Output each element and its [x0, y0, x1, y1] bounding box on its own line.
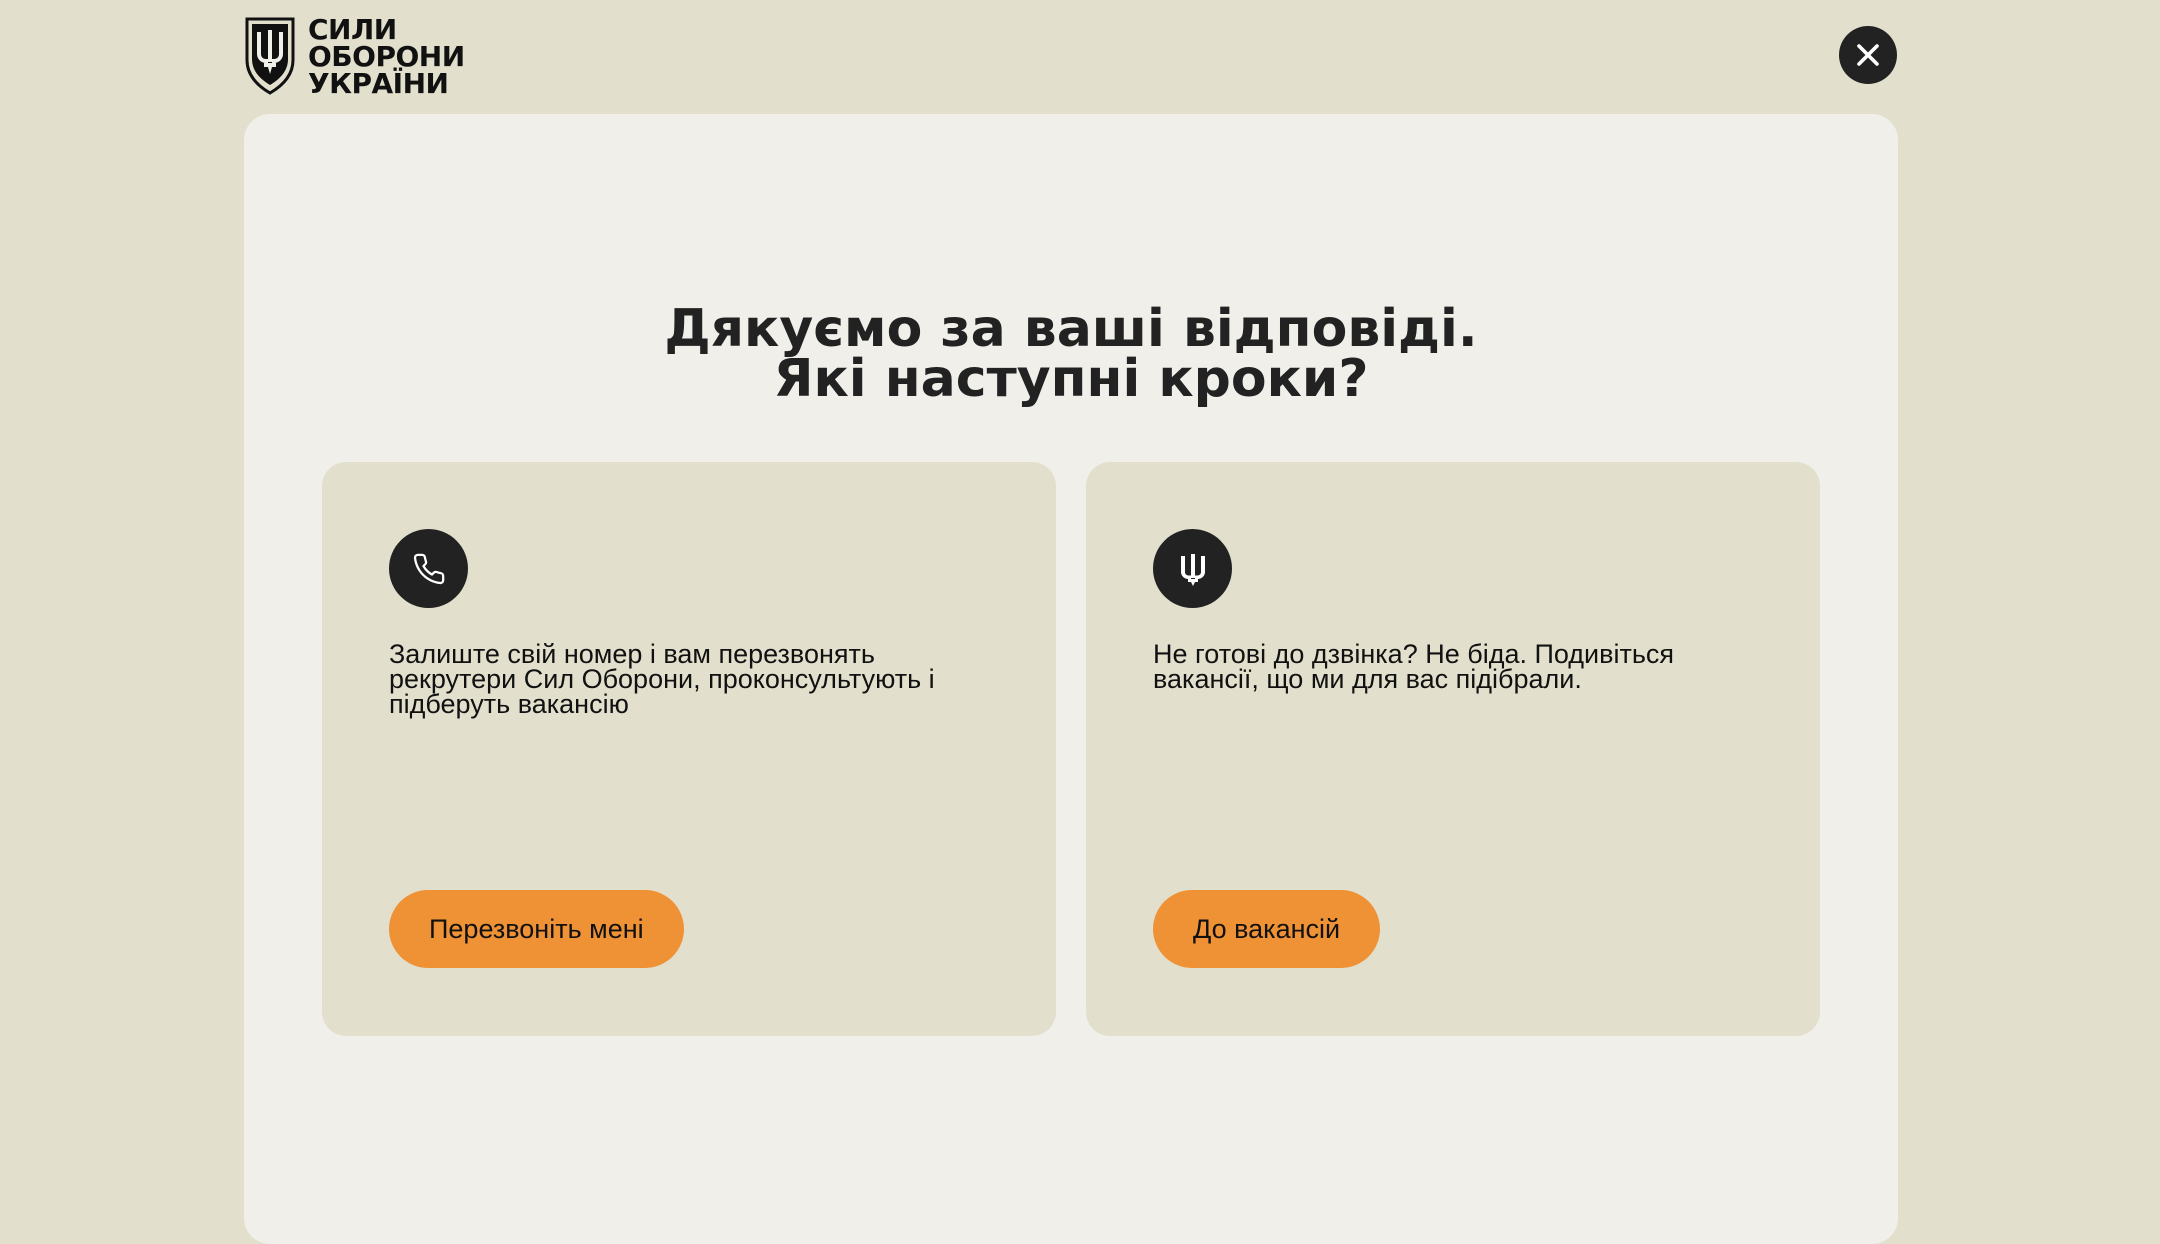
callback-description: Залиште свій номер і вам перезвонять рек… — [389, 639, 935, 719]
close-icon — [1855, 42, 1881, 68]
vacancies-description: Не готові до дзвінка? Не біда. Подивітьс… — [1153, 639, 1675, 694]
trident-shield-icon — [244, 16, 296, 96]
logo-line: СИЛИ — [308, 12, 397, 46]
logo-line: ОБОРОНИ — [308, 39, 465, 73]
phone-icon — [389, 529, 468, 608]
logo[interactable]: СИЛИ ОБОРОНИ УКРАЇНИ — [244, 12, 465, 100]
call-me-button[interactable]: Перезвоніть мені — [389, 890, 684, 968]
vacancies-button[interactable]: До вакансій — [1153, 890, 1381, 968]
trident-icon — [1153, 529, 1232, 608]
logo-text: СИЛИ ОБОРОНИ УКРАЇНИ — [308, 12, 465, 100]
page-title: Дякуємо за ваші відповіді. Які наступні … — [244, 299, 1898, 409]
callback-card: Залиште свій номер і вам перезвонять рек… — [322, 462, 1056, 1036]
modal-panel: Дякуємо за ваші відповіді. Які наступні … — [244, 114, 1898, 1244]
page-title-line-2: Які наступні кроки? — [773, 349, 1369, 409]
page-title-line-1: Дякуємо за ваші відповіді. — [664, 299, 1478, 359]
close-button[interactable] — [1839, 26, 1897, 84]
vacancies-card: Не готові до дзвінка? Не біда. Подивітьс… — [1086, 462, 1820, 1036]
logo-line: УКРАЇНИ — [308, 66, 449, 100]
